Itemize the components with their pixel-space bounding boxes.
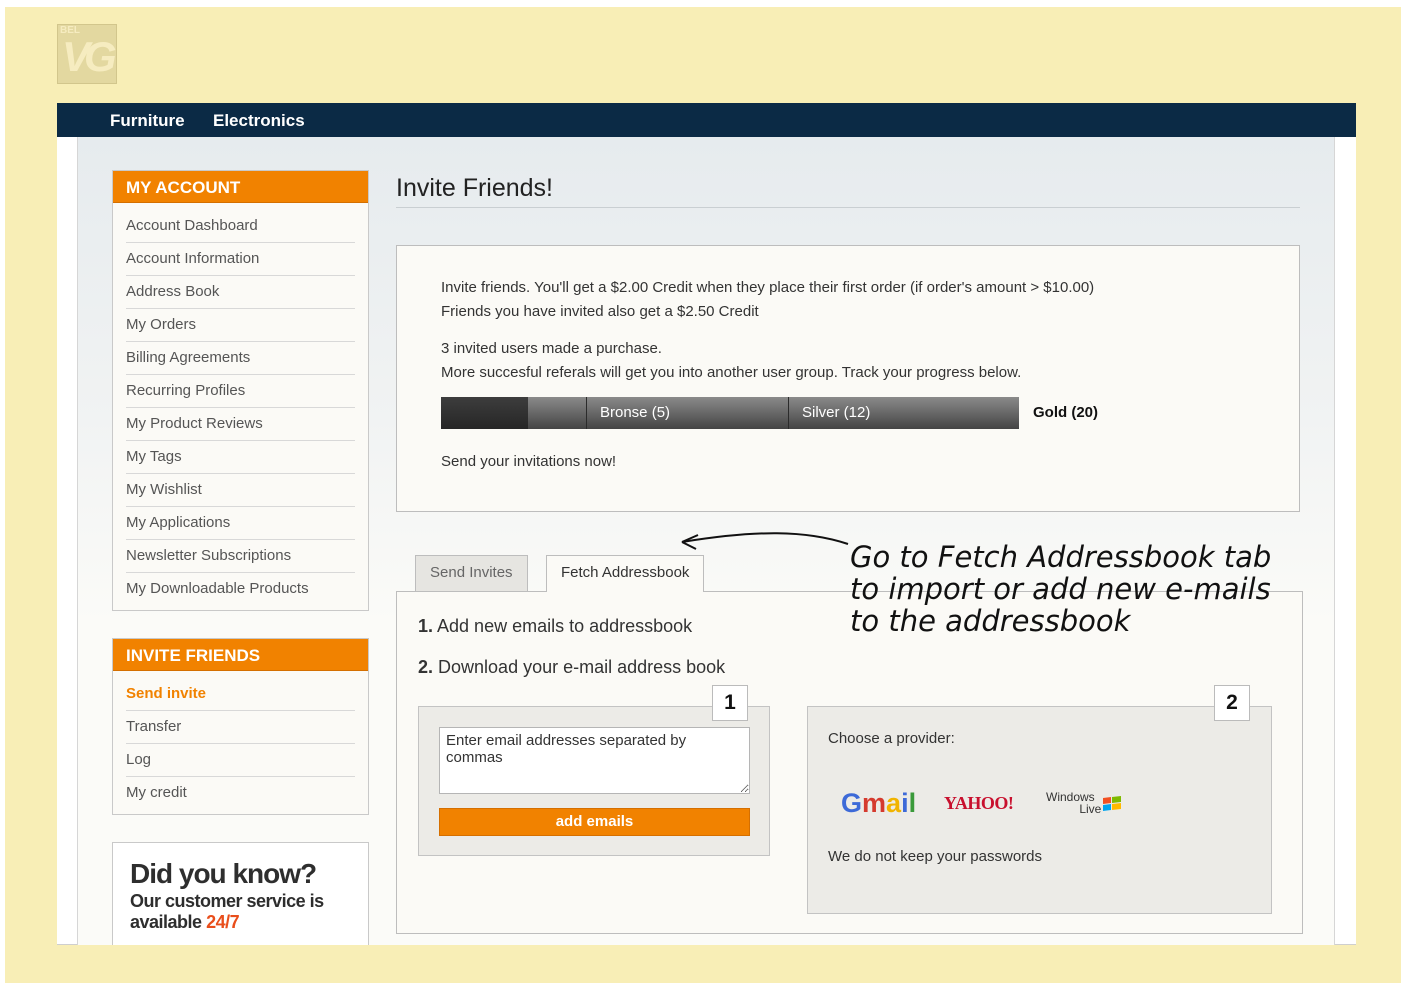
- progress-level-bronse: Bronse (5): [600, 404, 671, 421]
- sidebar-item-log[interactable]: Log: [126, 744, 355, 777]
- sidebar-item-account-dashboard[interactable]: Account Dashboard: [126, 210, 355, 243]
- gmail-provider-button[interactable]: Gmail: [841, 788, 916, 819]
- add-emails-box: 1 add emails: [418, 685, 770, 856]
- choose-provider-label: Choose a provider:: [828, 730, 955, 747]
- step-2-text: Download your e-mail address book: [438, 657, 726, 677]
- did-you-know-banner[interactable]: Did you know? Our customer service is av…: [112, 842, 369, 945]
- sidebar-item-my-applications[interactable]: My Applications: [126, 507, 355, 540]
- nav-item-furniture[interactable]: Furniture: [110, 111, 185, 131]
- progress-fill: [441, 397, 528, 429]
- did-you-know-accent: 24/7: [206, 912, 240, 932]
- page-title: Invite Friends!: [396, 174, 554, 202]
- add-emails-button[interactable]: add emails: [439, 808, 750, 836]
- yahoo-provider-button[interactable]: YAHOO!: [944, 793, 1014, 814]
- box-1-badge: 1: [712, 685, 748, 721]
- sidebar-item-billing-agreements[interactable]: Billing Agreements: [126, 342, 355, 375]
- invite-info-box: Invite friends. You'll get a $2.00 Credi…: [396, 245, 1300, 512]
- provider-box: 2 Choose a provider: Gmail YAHOO! Window…: [807, 685, 1272, 914]
- title-divider: [396, 207, 1300, 208]
- invite-friends-title: INVITE FRIENDS: [113, 639, 368, 671]
- progress-separator-silver: [788, 397, 789, 429]
- invite-friends-list: Send invite Transfer Log My credit: [113, 671, 368, 814]
- step-download-addressbook: 2. Download your e-mail address book: [418, 657, 725, 678]
- sidebar-item-my-orders[interactable]: My Orders: [126, 309, 355, 342]
- progress-separator-bronse: [586, 397, 587, 429]
- annotation-line-3: to the addressbook: [850, 604, 1131, 638]
- progress-level-gold: Gold (20): [1033, 404, 1099, 421]
- annotation-arrow-icon: [681, 532, 849, 550]
- email-addresses-textarea[interactable]: [439, 727, 750, 794]
- progress-level-silver: Silver (12): [802, 404, 871, 421]
- my-account-title: MY ACCOUNT: [113, 171, 368, 203]
- fetch-addressbook-panel: 1. Add new emails to addressbook 2. Down…: [396, 591, 1303, 934]
- annotation-callout: Go to Fetch Addressbook tab to import or…: [850, 541, 1320, 637]
- windows-live-label: Windows Live: [1046, 790, 1102, 816]
- step-1-number: 1.: [418, 616, 434, 636]
- sidebar-item-address-book[interactable]: Address Book: [126, 276, 355, 309]
- my-account-list: Account Dashboard Account Information Ad…: [113, 203, 368, 610]
- step-2-number: 2.: [418, 657, 434, 677]
- info-line-progress-hint: More succesful referals will get you int…: [441, 364, 1022, 381]
- nav-item-electronics[interactable]: Electronics: [213, 111, 305, 131]
- info-line-credit: Invite friends. You'll get a $2.00 Credi…: [441, 279, 1095, 296]
- logo-mark: VG: [62, 33, 117, 80]
- sidebar-item-transfer[interactable]: Transfer: [126, 711, 355, 744]
- referral-progress-bar: Bronse (5) Silver (12): [441, 397, 1019, 429]
- sidebar-item-newsletter-subscriptions[interactable]: Newsletter Subscriptions: [126, 540, 355, 573]
- did-you-know-text: Our customer service is available 24/7: [130, 891, 351, 933]
- sidebar-item-my-wishlist[interactable]: My Wishlist: [126, 474, 355, 507]
- step-add-emails: 1. Add new emails to addressbook: [418, 616, 692, 637]
- did-you-know-title: Did you know?: [130, 858, 317, 889]
- tab-fetch-addressbook[interactable]: Fetch Addressbook: [546, 555, 705, 592]
- sidebar-item-recurring-profiles[interactable]: Recurring Profiles: [126, 375, 355, 408]
- info-line-send-now: Send your invitations now!: [441, 453, 617, 470]
- annotation-line-1: Go to Fetch Addressbook tab: [850, 540, 1272, 574]
- sidebar-item-my-tags[interactable]: My Tags: [126, 441, 355, 474]
- invite-friends-block: INVITE FRIENDS Send invite Transfer Log …: [112, 638, 369, 815]
- sidebar-item-my-credit[interactable]: My credit: [126, 777, 355, 810]
- no-passwords-note: We do not keep your passwords: [828, 848, 1043, 865]
- store-logo[interactable]: BEL VG: [57, 24, 117, 84]
- sidebar-item-my-product-reviews[interactable]: My Product Reviews: [126, 408, 355, 441]
- sidebar-item-account-information[interactable]: Account Information: [126, 243, 355, 276]
- info-line-purchases: 3 invited users made a purchase.: [441, 340, 662, 357]
- windows-live-provider-button[interactable]: Windows Live: [1046, 790, 1121, 816]
- sidebar-item-my-downloadable-products[interactable]: My Downloadable Products: [126, 573, 355, 606]
- step-1-text: Add new emails to addressbook: [437, 616, 693, 636]
- top-navigation: Furniture Electronics: [57, 103, 1356, 137]
- sidebar-item-send-invite[interactable]: Send invite: [126, 678, 355, 711]
- box-2-badge: 2: [1214, 685, 1250, 721]
- tab-send-invites[interactable]: Send Invites: [415, 555, 528, 591]
- info-line-friends-credit: Friends you have invited also get a $2.5…: [441, 303, 759, 320]
- windows-flag-icon: [1103, 796, 1121, 811]
- annotation-line-2: to import or add new e-mails: [850, 572, 1271, 606]
- my-account-block: MY ACCOUNT Account Dashboard Account Inf…: [112, 170, 369, 611]
